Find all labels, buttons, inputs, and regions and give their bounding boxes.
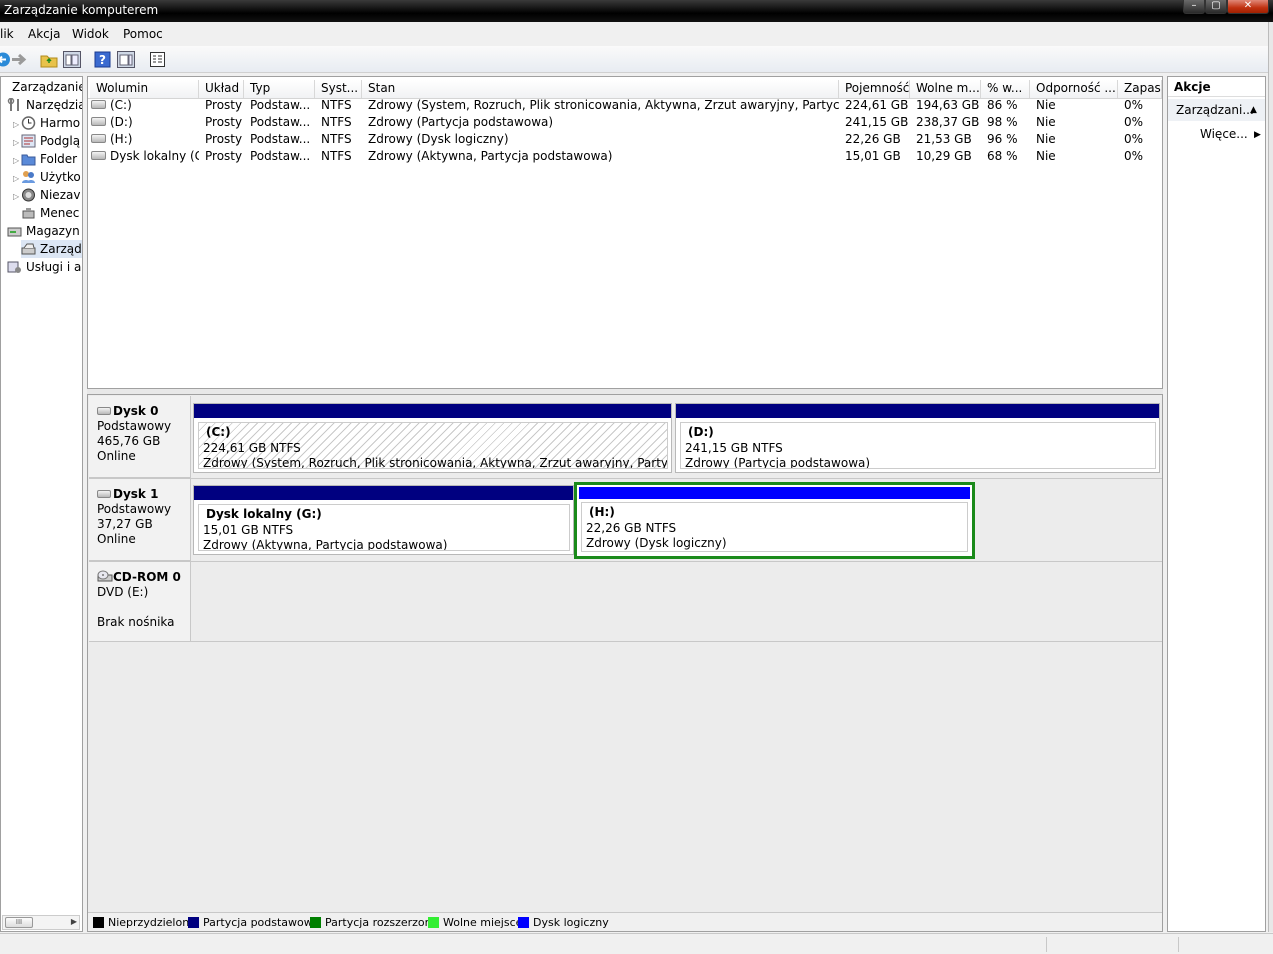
drive-icon: [91, 117, 106, 126]
column-header-type[interactable]: Typ: [244, 80, 315, 98]
actions-header: Akcje: [1168, 77, 1265, 97]
drive-icon: [91, 100, 106, 109]
storage-icon: [7, 227, 22, 237]
column-header-capacity[interactable]: Pojemność: [839, 80, 910, 98]
partition-g-details: Dysk lokalny (G:) 15,01 GB NTFS Zdrowy (…: [198, 504, 570, 551]
tree-item-event-viewer[interactable]: ▷ Podglą: [13, 132, 82, 150]
partition-g[interactable]: Dysk lokalny (G:) 15,01 GB NTFS Zdrowy (…: [193, 485, 574, 555]
tree-item-storage[interactable]: Magazyn: [7, 222, 82, 240]
console-tree: Zarządzanie k Narzędzia ▷Harmo ▷Podglą ▷…: [0, 76, 83, 932]
legend-logical-drive: Dysk logiczny: [518, 916, 609, 929]
volume-list: Wolumin Układ Typ Syst... Stan Pojemność…: [87, 76, 1163, 389]
menu-help[interactable]: Pomoc: [123, 27, 163, 41]
tree-item-services-applications[interactable]: Usługi i ap: [7, 258, 82, 276]
folder-icon: [21, 154, 36, 166]
expand-icon[interactable]: ▷: [13, 188, 21, 204]
submenu-arrow-icon: ▶: [1254, 130, 1261, 140]
tree-item-disk-management[interactable]: Zarząd: [21, 240, 82, 258]
column-header-filesystem[interactable]: Syst...: [315, 80, 362, 98]
expand-icon[interactable]: ▷: [13, 152, 21, 168]
menu-action[interactable]: Akcja: [28, 27, 60, 41]
properties-icon[interactable]: [149, 51, 167, 68]
partition-h-details: (H:) 22,26 GB NTFS Zdrowy (Dysk logiczny…: [581, 502, 968, 552]
actions-pane: Akcje Zarządzani... ▲ Więce... ▶: [1167, 76, 1266, 932]
minimize-button[interactable]: –: [1183, 0, 1205, 14]
menu-file[interactable]: lik: [0, 27, 14, 41]
expand-icon[interactable]: ▷: [13, 116, 21, 132]
expand-icon[interactable]: ▷: [13, 134, 21, 150]
disk-icon: [97, 490, 111, 498]
window-title: Zarządzanie komputerem: [4, 3, 159, 17]
extended-partition[interactable]: (H:) 22,26 GB NTFS Zdrowy (Dysk logiczny…: [574, 482, 975, 559]
primary-partition-bar: [676, 404, 1159, 418]
expand-icon[interactable]: ▷: [13, 170, 21, 186]
status-bar: [0, 933, 1273, 954]
partition-d-details: (D:) 241,15 GB NTFS Zdrowy (Partycja pod…: [680, 422, 1156, 469]
drive-icon: [91, 134, 106, 143]
clock-icon: [21, 116, 36, 130]
scroll-right-arrow-icon[interactable]: ▶: [71, 917, 77, 926]
toolbar: ?: [0, 46, 1273, 73]
cdrom-0-label[interactable]: CD-ROM 0 DVD (E:) Brak nośnika: [89, 562, 191, 642]
right-edge: [1268, 22, 1273, 932]
event-viewer-icon: [21, 134, 36, 148]
actions-section-disk-management[interactable]: Zarządzani... ▲: [1168, 99, 1265, 121]
more-actions[interactable]: Więce...: [1200, 127, 1248, 141]
column-header-layout[interactable]: Układ: [199, 80, 244, 98]
performance-icon: [22, 188, 35, 202]
cdrom-icon: [97, 570, 113, 582]
help-icon[interactable]: ?: [94, 51, 112, 68]
services-icon: [7, 261, 21, 273]
disk-0-label[interactable]: Dysk 0 Podstawowy 465,76 GB Online: [89, 396, 191, 478]
show-hide-action-pane-icon[interactable]: [117, 51, 135, 68]
tree-item-computer-management[interactable]: Zarządzanie k: [2, 78, 82, 96]
legend-primary-partition: Partycja podstawowa: [188, 916, 320, 929]
title-bar: Zarządzanie komputerem – ▢ ✕: [0, 0, 1273, 22]
tree-item-tools[interactable]: Narzędzia: [7, 96, 82, 114]
column-header-free-space[interactable]: Wolne m...: [910, 80, 981, 98]
drive-icon: [91, 151, 106, 160]
menu-bar: lik Akcja Widok Pomoc: [0, 22, 1273, 46]
logical-drive-bar: [579, 487, 970, 499]
partition-d[interactable]: (D:) 241,15 GB NTFS Zdrowy (Partycja pod…: [675, 403, 1160, 473]
primary-partition-bar: [194, 404, 671, 418]
disk-map: Dysk 0 Podstawowy 465,76 GB Online (C:) …: [87, 394, 1163, 932]
menu-view[interactable]: Widok: [72, 27, 109, 41]
column-header-fault-tolerance[interactable]: Odporność ...: [1030, 80, 1118, 98]
disk-legend: Nieprzydzielone Partycja podstawowa Part…: [88, 912, 1162, 931]
column-header-status[interactable]: Stan: [362, 80, 839, 98]
device-manager-icon: [22, 208, 35, 219]
tree-item-shared-folders[interactable]: ▷ Folder: [13, 150, 82, 168]
show-hide-tree-icon[interactable]: [63, 51, 81, 68]
disk-management-icon: [21, 243, 36, 255]
collapse-up-icon[interactable]: ▲: [1250, 105, 1257, 115]
computer-management-icon: [2, 80, 8, 94]
tree-item-local-users[interactable]: ▷ Użytko: [13, 168, 82, 186]
maximize-button[interactable]: ▢: [1205, 0, 1227, 14]
disk-1-label[interactable]: Dysk 1 Podstawowy 37,27 GB Online: [89, 479, 191, 561]
tree-item-task-scheduler[interactable]: ▷ Harmo: [13, 114, 82, 132]
primary-partition-bar: [194, 486, 573, 500]
close-button[interactable]: ✕: [1227, 0, 1269, 14]
column-header-percent-free[interactable]: % w...: [981, 80, 1030, 98]
scrollbar-thumb[interactable]: III: [5, 917, 33, 928]
legend-extended-partition: Partycja rozszerzona: [310, 916, 438, 929]
users-icon: [22, 171, 35, 183]
tree-item-device-manager[interactable]: Menec: [21, 204, 82, 222]
legend-unallocated: Nieprzydzielone: [93, 916, 196, 929]
tools-icon: [7, 98, 19, 111]
up-folder-icon[interactable]: [40, 51, 58, 68]
partition-c[interactable]: (C:) 224,61 GB NTFS Zdrowy (System, Rozr…: [193, 403, 672, 473]
column-header-volume[interactable]: Wolumin: [90, 80, 199, 98]
tree-item-performance[interactable]: ▷ Niezav: [13, 186, 82, 204]
svg-text:?: ?: [99, 53, 106, 67]
disk-icon: [97, 407, 111, 415]
legend-free-space: Wolne miejsce: [428, 916, 522, 929]
partition-c-details: (C:) 224,61 GB NTFS Zdrowy (System, Rozr…: [198, 422, 668, 469]
column-header-overhead[interactable]: Zapas: [1118, 80, 1162, 98]
tree-horizontal-scrollbar[interactable]: III ▶: [2, 915, 80, 930]
forward-icon[interactable]: [10, 51, 28, 68]
